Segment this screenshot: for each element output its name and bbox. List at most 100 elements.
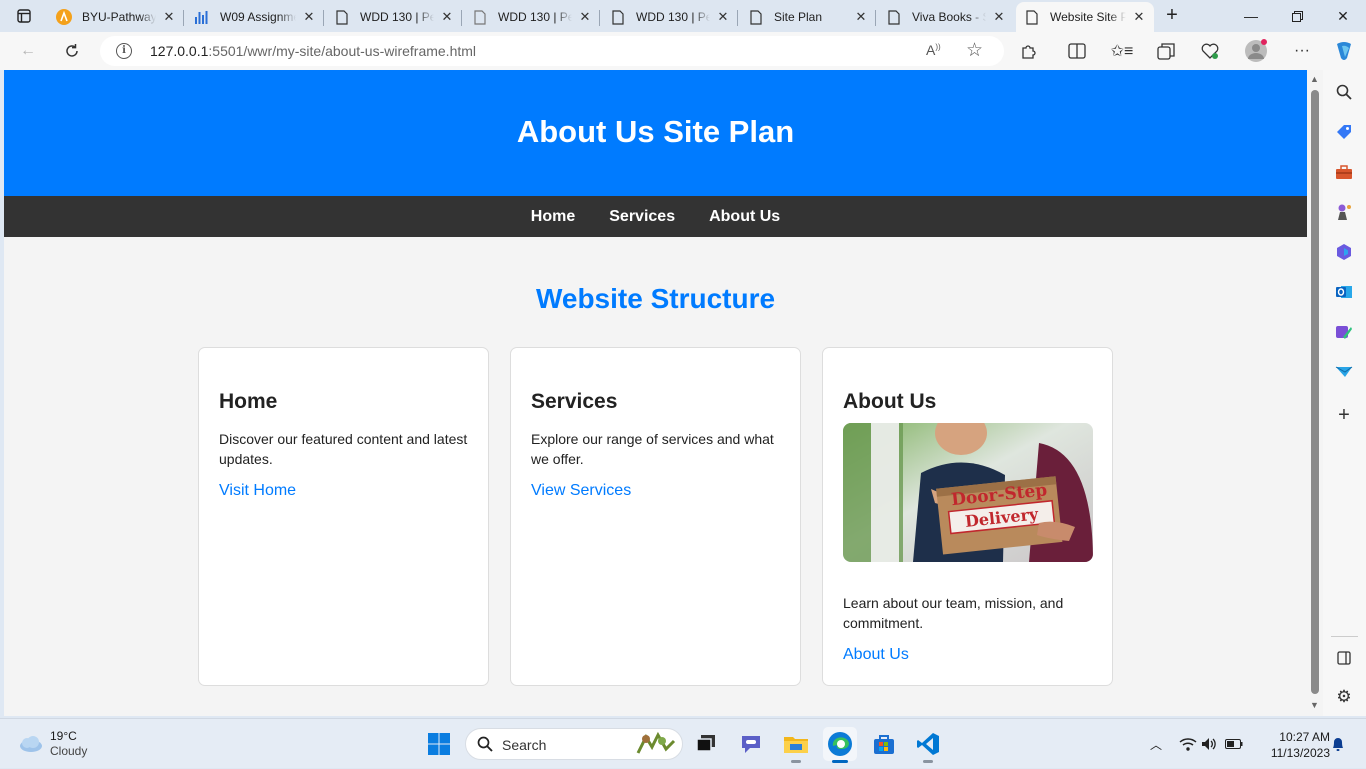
add-favorite-star-icon[interactable]: ☆ bbox=[966, 39, 983, 62]
sidebar-drop-button[interactable] bbox=[1334, 362, 1354, 382]
page-icon bbox=[886, 9, 902, 25]
taskbar-clock[interactable]: 10:27 AM 11/13/2023 bbox=[1254, 729, 1330, 761]
scroll-up-arrow-icon[interactable]: ▲ bbox=[1310, 74, 1319, 84]
close-tab-icon[interactable]: ✕ bbox=[1132, 10, 1146, 24]
tab-actions-button[interactable] bbox=[8, 4, 40, 28]
card-about-us: About Us Door-Step Delivery Learn about … bbox=[822, 347, 1113, 686]
tab-website-site-plan[interactable]: Website Site P ✕ bbox=[1016, 2, 1154, 32]
sidebar-designer-button[interactable] bbox=[1334, 322, 1354, 342]
active-indicator bbox=[832, 760, 848, 763]
card-services: Services Explore our range of services a… bbox=[510, 347, 801, 686]
sidebar-search-button[interactable] bbox=[1334, 82, 1354, 102]
card-heading: About Us bbox=[843, 390, 937, 413]
close-tab-icon[interactable]: ✕ bbox=[162, 10, 176, 24]
address-bar[interactable]: i 127.0.0.1:5501/wwr/my-site/about-us-wi… bbox=[100, 36, 1004, 66]
refresh-button[interactable] bbox=[58, 37, 86, 65]
scrollbar-thumb[interactable] bbox=[1311, 90, 1319, 694]
quick-settings-button[interactable] bbox=[1176, 719, 1246, 769]
section-title: Website Structure bbox=[535, 283, 776, 314]
sidebar-m365-button[interactable] bbox=[1334, 242, 1354, 262]
sidebar-shopping-button[interactable] bbox=[1334, 122, 1354, 142]
plus-icon: + bbox=[1338, 403, 1350, 426]
hide-sidebar-button[interactable] bbox=[1334, 648, 1354, 668]
puzzle-icon bbox=[1022, 45, 1036, 59]
heart-pulse-icon bbox=[1201, 43, 1219, 59]
view-services-link[interactable]: View Services bbox=[531, 482, 631, 499]
url-text[interactable]: 127.0.0.1:5501/wwr/my-site/about-us-wire… bbox=[150, 43, 476, 59]
browser-essentials-button[interactable] bbox=[1196, 37, 1224, 65]
nav-link-about-us[interactable]: About Us bbox=[709, 208, 780, 226]
tab-byu-pathway[interactable]: BYU-Pathway ✕ bbox=[48, 2, 184, 32]
settings-more-button[interactable]: ··· bbox=[1288, 37, 1316, 65]
nav-link-services[interactable]: Services bbox=[609, 208, 675, 226]
site-info-icon[interactable]: i bbox=[116, 43, 132, 59]
close-window-button[interactable]: ✕ bbox=[1320, 0, 1366, 32]
task-view-button[interactable] bbox=[689, 727, 723, 761]
tab-site-plan[interactable]: Site Plan ✕ bbox=[740, 2, 876, 32]
page-icon bbox=[334, 9, 350, 25]
collections-button[interactable] bbox=[1152, 37, 1180, 65]
page-viewport: About Us Site Plan Home Services About U… bbox=[4, 70, 1307, 716]
store-button[interactable] bbox=[867, 727, 901, 761]
visit-home-link[interactable]: Visit Home bbox=[219, 482, 296, 499]
sidebar-settings-button[interactable]: ⚙ bbox=[1334, 687, 1354, 707]
canvas-chart-icon bbox=[194, 9, 210, 25]
windows-taskbar: 19°C Cloudy Search ︿ 10:27 AM 11/13/2023 bbox=[0, 718, 1366, 768]
about-us-link[interactable]: About Us bbox=[843, 646, 909, 663]
chevron-up-icon: ︿ bbox=[1149, 737, 1162, 752]
url-path: :5501/wwr/my-site/about-us-wireframe.htm… bbox=[208, 43, 477, 59]
edge-sidebar: + ⚙ bbox=[1323, 70, 1366, 716]
tab-w09-assignment[interactable]: W09 Assignment ✕ bbox=[186, 2, 324, 32]
card-description: Explore our range of services and what w… bbox=[531, 431, 774, 467]
weather-widget[interactable]: 19°C Cloudy bbox=[16, 729, 87, 759]
vscode-button[interactable] bbox=[911, 727, 945, 763]
close-tab-icon[interactable]: ✕ bbox=[578, 10, 592, 24]
minimize-button[interactable]: — bbox=[1228, 0, 1274, 32]
split-screen-button[interactable] bbox=[1063, 37, 1091, 65]
file-explorer-button[interactable] bbox=[779, 727, 813, 763]
copilot-button[interactable] bbox=[1330, 37, 1358, 65]
gear-icon: ⚙ bbox=[1336, 687, 1352, 706]
sidebar-divider bbox=[1331, 636, 1358, 637]
sidebar-games-button[interactable] bbox=[1334, 202, 1354, 222]
teams-chat-button[interactable] bbox=[734, 727, 768, 761]
close-tab-icon[interactable]: ✕ bbox=[716, 10, 730, 24]
sidebar-outlook-button[interactable] bbox=[1334, 282, 1354, 302]
edge-taskbar-button[interactable] bbox=[823, 727, 857, 763]
new-tab-button[interactable]: + bbox=[1160, 5, 1184, 27]
tab-wdd130-3[interactable]: WDD 130 | Pe ✕ bbox=[602, 2, 738, 32]
restore-button[interactable] bbox=[1274, 0, 1320, 32]
profile-button[interactable] bbox=[1242, 37, 1270, 65]
close-tab-icon[interactable]: ✕ bbox=[302, 10, 316, 24]
extensions-button[interactable] bbox=[1015, 37, 1043, 65]
sidebar-tools-button[interactable] bbox=[1334, 162, 1354, 182]
folder-icon bbox=[784, 737, 808, 753]
shopping-tag-icon bbox=[1337, 125, 1351, 139]
back-button[interactable]: ← bbox=[14, 37, 42, 65]
favorites-star-icon: ✩≡ bbox=[1110, 43, 1134, 60]
site-header: About Us Site Plan bbox=[4, 70, 1307, 196]
favorites-button[interactable]: ✩≡ bbox=[1108, 37, 1136, 65]
scroll-down-arrow-icon[interactable]: ▼ bbox=[1310, 700, 1319, 710]
tab-wdd130-2[interactable]: WDD 130 | Pe ✕ bbox=[464, 2, 600, 32]
nav-link-home[interactable]: Home bbox=[531, 208, 575, 226]
tab-viva-books[interactable]: Viva Books - S ✕ bbox=[878, 2, 1014, 32]
page-icon bbox=[1024, 9, 1040, 25]
show-hidden-icons-button[interactable]: ︿ bbox=[1146, 719, 1166, 769]
page-scrollbar[interactable]: ▲ ▼ bbox=[1307, 70, 1323, 716]
close-icon: ✕ bbox=[1337, 7, 1349, 24]
read-aloud-icon[interactable]: A)) bbox=[926, 42, 941, 58]
card-description: Discover our featured content and latest… bbox=[219, 431, 468, 467]
close-tab-icon[interactable]: ✕ bbox=[854, 10, 868, 24]
notifications-button[interactable] bbox=[1330, 719, 1346, 769]
chat-icon bbox=[742, 736, 760, 753]
tab-wdd130-1[interactable]: WDD 130 | Pe ✕ bbox=[326, 2, 462, 32]
toolbox-icon bbox=[1336, 165, 1352, 179]
sidebar-add-button[interactable]: + bbox=[1334, 403, 1354, 426]
start-button[interactable] bbox=[422, 727, 456, 761]
sidebar-panel-icon bbox=[1337, 651, 1351, 665]
close-tab-icon[interactable]: ✕ bbox=[992, 10, 1006, 24]
close-tab-icon[interactable]: ✕ bbox=[440, 10, 454, 24]
windows-logo-icon bbox=[428, 733, 450, 755]
taskbar-search[interactable]: Search bbox=[465, 728, 683, 760]
